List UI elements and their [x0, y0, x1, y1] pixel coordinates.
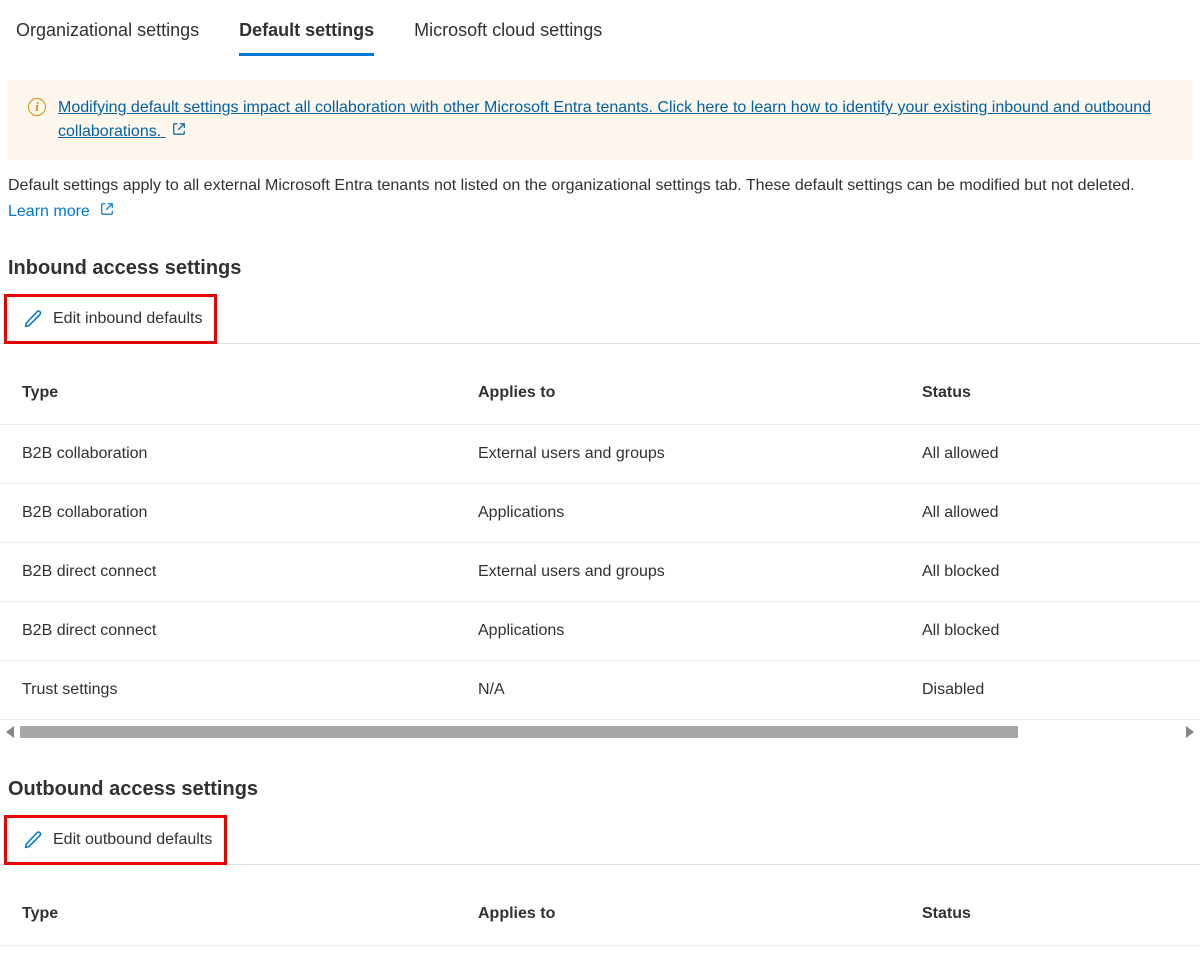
col-header-status[interactable]: Status — [900, 364, 1200, 425]
edit-outbound-label: Edit outbound defaults — [53, 831, 212, 849]
info-icon: i — [28, 98, 46, 116]
col-header-type[interactable]: Type — [0, 364, 456, 425]
tab-microsoft-cloud-settings[interactable]: Microsoft cloud settings — [414, 20, 602, 56]
learn-more-text: Learn more — [8, 203, 90, 220]
cell-status: Disabled — [900, 661, 1200, 720]
cell-type: B2B direct connect — [0, 602, 456, 661]
col-header-applies[interactable]: Applies to — [456, 364, 900, 425]
cell-type: B2B collaboration — [0, 425, 456, 484]
inbound-table: Type Applies to Status B2B collaboration… — [0, 364, 1200, 720]
cell-applies: Applications — [456, 484, 900, 543]
learn-more-link[interactable]: Learn more — [0, 198, 122, 221]
table-header-row: Type Applies to Status — [0, 364, 1200, 425]
tab-organizational-settings[interactable]: Organizational settings — [16, 20, 199, 56]
info-banner-text: Modifying default settings impact all co… — [58, 99, 1151, 140]
table-row[interactable]: Trust settings N/A Disabled — [0, 661, 1200, 720]
edit-inbound-defaults-button[interactable]: Edit inbound defaults — [4, 294, 217, 344]
cell-type: Trust settings — [0, 661, 456, 720]
scroll-left-arrow-icon[interactable] — [6, 726, 14, 738]
scroll-thumb[interactable] — [20, 726, 1018, 738]
inbound-heading: Inbound access settings — [0, 221, 1200, 294]
info-banner-link[interactable]: Modifying default settings impact all co… — [58, 96, 1172, 144]
cell-applies: N/A — [456, 661, 900, 720]
tabs-bar: Organizational settings Default settings… — [0, 0, 1200, 56]
cell-status: All blocked — [900, 543, 1200, 602]
scroll-right-arrow-icon[interactable] — [1186, 726, 1194, 738]
pencil-icon — [23, 830, 43, 850]
cell-applies: Applications — [456, 602, 900, 661]
description-text: Default settings apply to all external M… — [0, 168, 1200, 198]
table-row[interactable]: B2B direct connect External users and gr… — [0, 543, 1200, 602]
info-banner: i Modifying default settings impact all … — [8, 80, 1192, 160]
edit-outbound-defaults-button[interactable]: Edit outbound defaults — [4, 815, 227, 865]
cell-applies: External users and groups — [456, 425, 900, 484]
table-row[interactable]: B2B collaboration External users and gro… — [0, 425, 1200, 484]
external-link-icon — [172, 121, 186, 142]
table-row[interactable]: B2B collaboration Applications All allow… — [0, 484, 1200, 543]
horizontal-scrollbar[interactable] — [0, 722, 1200, 742]
cell-type: B2B direct connect — [0, 543, 456, 602]
cell-type: B2B collaboration — [0, 484, 456, 543]
cell-status: All blocked — [900, 602, 1200, 661]
col-header-type[interactable]: Type — [0, 885, 456, 946]
scroll-track[interactable] — [20, 726, 1180, 738]
table-row[interactable]: B2B direct connect Applications All bloc… — [0, 602, 1200, 661]
cell-applies: External users and groups — [456, 543, 900, 602]
pencil-icon — [23, 309, 43, 329]
outbound-table: Type Applies to Status — [0, 885, 1200, 946]
tab-default-settings[interactable]: Default settings — [239, 20, 374, 56]
cell-status: All allowed — [900, 484, 1200, 543]
edit-inbound-label: Edit inbound defaults — [53, 310, 202, 328]
external-link-icon — [100, 202, 114, 219]
col-header-applies[interactable]: Applies to — [456, 885, 900, 946]
cell-status: All allowed — [900, 425, 1200, 484]
table-header-row: Type Applies to Status — [0, 885, 1200, 946]
outbound-heading: Outbound access settings — [0, 742, 1200, 815]
col-header-status[interactable]: Status — [900, 885, 1200, 946]
